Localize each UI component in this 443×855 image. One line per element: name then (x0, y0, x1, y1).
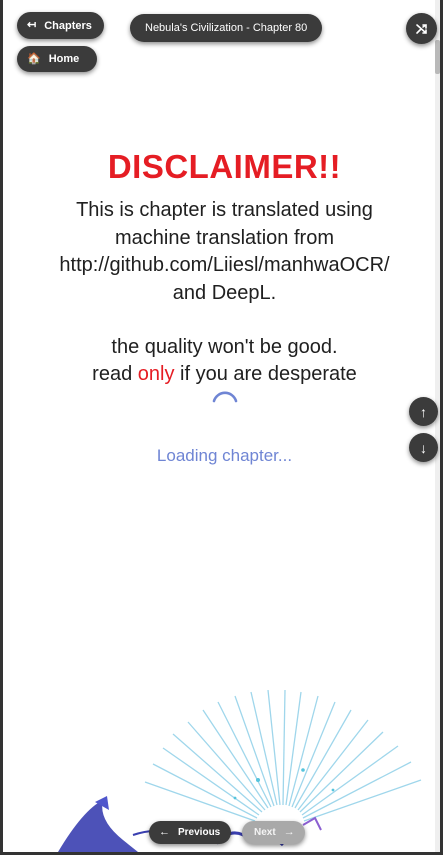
home-button-label: Home (48, 53, 80, 65)
previous-button-label: Previous (178, 827, 221, 838)
shuffle-icon (415, 23, 427, 34)
disclaimer-line: the quality won't be good. (111, 336, 338, 358)
previous-chapter-button[interactable]: ← Previous (149, 821, 232, 844)
arrow-up-icon: ↑ (420, 403, 427, 420)
chapters-button[interactable]: ↤ Chapters (17, 12, 104, 39)
next-button-label: Next (254, 827, 276, 838)
scroll-top-button[interactable]: ↑ (409, 397, 438, 426)
disclaimer-line: This is chapter is translated using (76, 199, 373, 221)
disclaimer-line: machine translation from (115, 227, 334, 249)
arrow-right-icon: → (283, 826, 295, 838)
reader-frame: ↤ Chapters 🏠 Home Nebula's Civilization … (0, 0, 443, 855)
disclaimer-text: read (92, 363, 138, 385)
disclaimer-line: http://github.com/Liiesl/manhwaOCR/ (59, 254, 390, 276)
arrow-left-icon: ← (159, 826, 170, 838)
arrow-down-icon: ↓ (420, 439, 427, 456)
scroll-bottom-button[interactable]: ↓ (409, 433, 438, 462)
home-icon: 🏠 (27, 52, 41, 65)
chapter-title: Nebula's Civilization - Chapter 80 (130, 14, 323, 42)
disclaimer-text: if you are desperate (174, 363, 357, 385)
loading-status: Loading chapter... (156, 446, 293, 465)
shuffle-button[interactable] (406, 13, 437, 44)
scrollbar-thumb[interactable] (435, 40, 440, 74)
disclaimer-heading: DISCLAIMER!! (107, 148, 342, 185)
disclaimer-line: and DeepL. (172, 282, 277, 304)
home-button[interactable]: 🏠 Home (17, 46, 98, 72)
chapters-button-label: Chapters (44, 19, 92, 32)
disclaimer-line: read only if you are desperate (3, 363, 440, 386)
loading-spinner-icon (212, 391, 238, 403)
next-chapter-button[interactable]: Next → (242, 821, 305, 844)
chapter-title-text: Nebula's Civilization - Chapter 80 (145, 22, 308, 34)
back-to-chapters-icon: ↤ (27, 19, 37, 31)
disclaimer-emphasis: only (137, 363, 175, 385)
